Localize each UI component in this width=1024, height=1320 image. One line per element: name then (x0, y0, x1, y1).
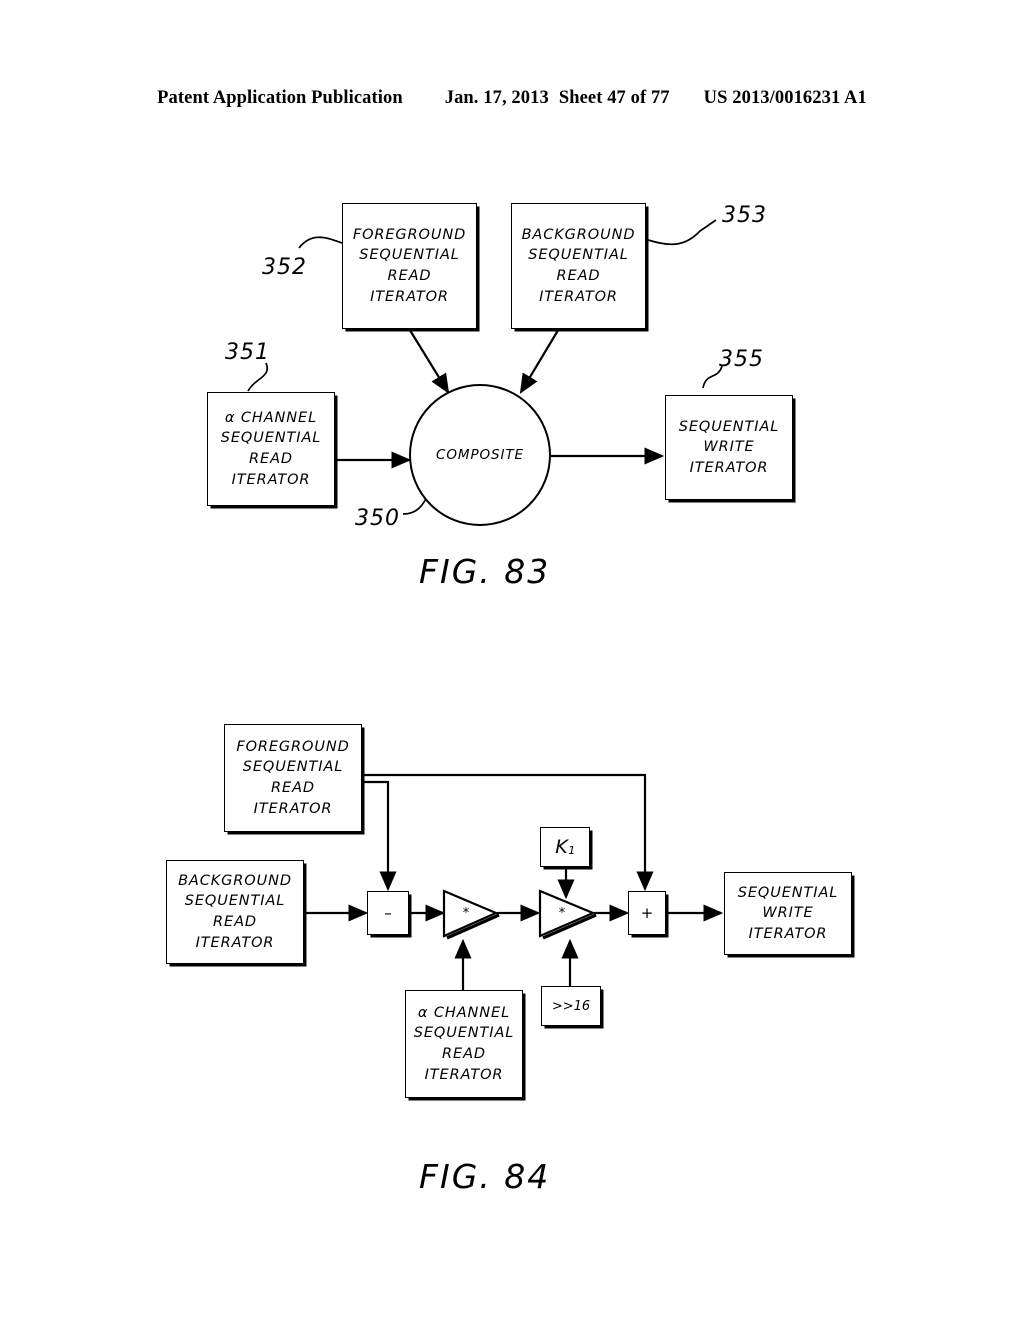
header-patent-number: US 2013/0016231 A1 (703, 88, 867, 108)
fig83-foreground-read-iterator: FOREGROUND SEQUENTIAL READ ITERATOR (342, 203, 477, 329)
box-line: ITERATOR (424, 1066, 504, 1083)
header-date: Jan. 17, 2013 (444, 88, 549, 108)
multiply-2-symbol: * (559, 906, 566, 921)
box-line: ITERATOR (231, 471, 311, 488)
shift-symbol: >>16 (551, 998, 591, 1014)
header-publication: Patent Application Publication (157, 88, 403, 108)
page-header: Patent Application Publication Jan. 17, … (0, 88, 1024, 109)
composite-label: COMPOSITE (436, 447, 524, 463)
ref-number-355: 355 (719, 347, 764, 372)
ref-number-352: 352 (262, 255, 307, 280)
multiplier-triangle-2-shadow (542, 913, 597, 940)
fig84-foreground-read-iterator: FOREGROUND SEQUENTIAL READ ITERATOR (224, 724, 362, 832)
box-line: SEQUENTIAL (242, 759, 344, 776)
figure-83-caption: FIG. 83 (419, 552, 551, 591)
figure-84-caption: FIG. 84 (419, 1157, 551, 1196)
subtract-symbol: – (384, 904, 392, 922)
box-line: FOREGROUND (352, 226, 467, 243)
box-line: WRITE (762, 905, 814, 922)
box-line: READ (271, 780, 315, 796)
fig84-add-operator: + (628, 891, 666, 935)
box-line: α CHANNEL (417, 1004, 511, 1021)
wire-foreground-to-subtract (362, 780, 397, 892)
box-line: SEQUENTIAL (737, 884, 839, 901)
box-line: READ (556, 268, 601, 284)
ref-number-351: 351 (225, 340, 270, 365)
fig84-sequential-write-iterator: SEQUENTIAL WRITE ITERATOR (724, 872, 852, 955)
fig83-composite-node: COMPOSITE (409, 384, 551, 526)
box-line: READ (249, 451, 293, 467)
fig83-alpha-channel-read-iterator: α CHANNEL SEQUENTIAL READ ITERATOR (207, 392, 335, 506)
box-line: ITERATOR (748, 925, 828, 942)
arrow-background-to-composite (519, 326, 561, 394)
box-line: SEQUENTIAL (413, 1025, 515, 1042)
multiply-1-symbol: * (463, 906, 470, 921)
k-constant-subscript: 1 (568, 843, 576, 857)
leader-line-351 (247, 362, 269, 392)
box-line: SEQUENTIAL (528, 247, 629, 264)
ref-number-353: 353 (722, 203, 767, 228)
box-line: SEQUENTIAL (359, 247, 460, 264)
box-line: READ (387, 268, 432, 284)
box-line: WRITE (703, 439, 755, 456)
multiplier-triangle-1-shadow (446, 913, 500, 940)
box-line: SEQUENTIAL (678, 418, 780, 435)
fig83-background-read-iterator: BACKGROUND SEQUENTIAL READ ITERATOR (511, 203, 646, 329)
patent-page: Patent Application Publication Jan. 17, … (0, 0, 1024, 1320)
fig84-shift-operator: >>16 (541, 986, 601, 1026)
k-constant-symbol: K (555, 836, 568, 858)
fig84-alpha-channel-read-iterator: α CHANNEL SEQUENTIAL READ ITERATOR (405, 990, 523, 1098)
box-line: SEQUENTIAL (184, 893, 286, 910)
leader-line-352 (298, 236, 343, 249)
leader-line-353 (647, 219, 717, 246)
ref-number-350: 350 (355, 506, 400, 531)
figure-connectors: * * (247, 219, 724, 990)
box-line: READ (442, 1046, 486, 1062)
fig84-subtract-operator: – (367, 891, 409, 935)
box-line: ITERATOR (689, 459, 769, 476)
box-line: α CHANNEL (224, 409, 318, 426)
arrow-foreground-to-composite (407, 326, 450, 394)
box-line: ITERATOR (370, 288, 449, 305)
box-line: SEQUENTIAL (220, 430, 322, 447)
wire-foreground-to-adder (362, 773, 654, 892)
header-sheet: Sheet 47 of 77 (558, 88, 670, 108)
box-line: BACKGROUND (521, 226, 636, 243)
fig84-constant-k1: K1 (540, 827, 590, 867)
box-line: BACKGROUND (178, 872, 292, 889)
fig84-background-read-iterator: BACKGROUND SEQUENTIAL READ ITERATOR (166, 860, 304, 964)
multiplier-triangle-1 (442, 889, 499, 938)
box-line: ITERATOR (539, 288, 618, 305)
box-line: ITERATOR (195, 934, 275, 951)
multiplier-triangle-2 (538, 889, 596, 938)
box-line: ITERATOR (253, 800, 333, 817)
box-line: READ (213, 914, 257, 930)
fig83-sequential-write-iterator: SEQUENTIAL WRITE ITERATOR (665, 395, 793, 500)
box-line: FOREGROUND (236, 738, 350, 755)
add-symbol: + (640, 904, 654, 922)
